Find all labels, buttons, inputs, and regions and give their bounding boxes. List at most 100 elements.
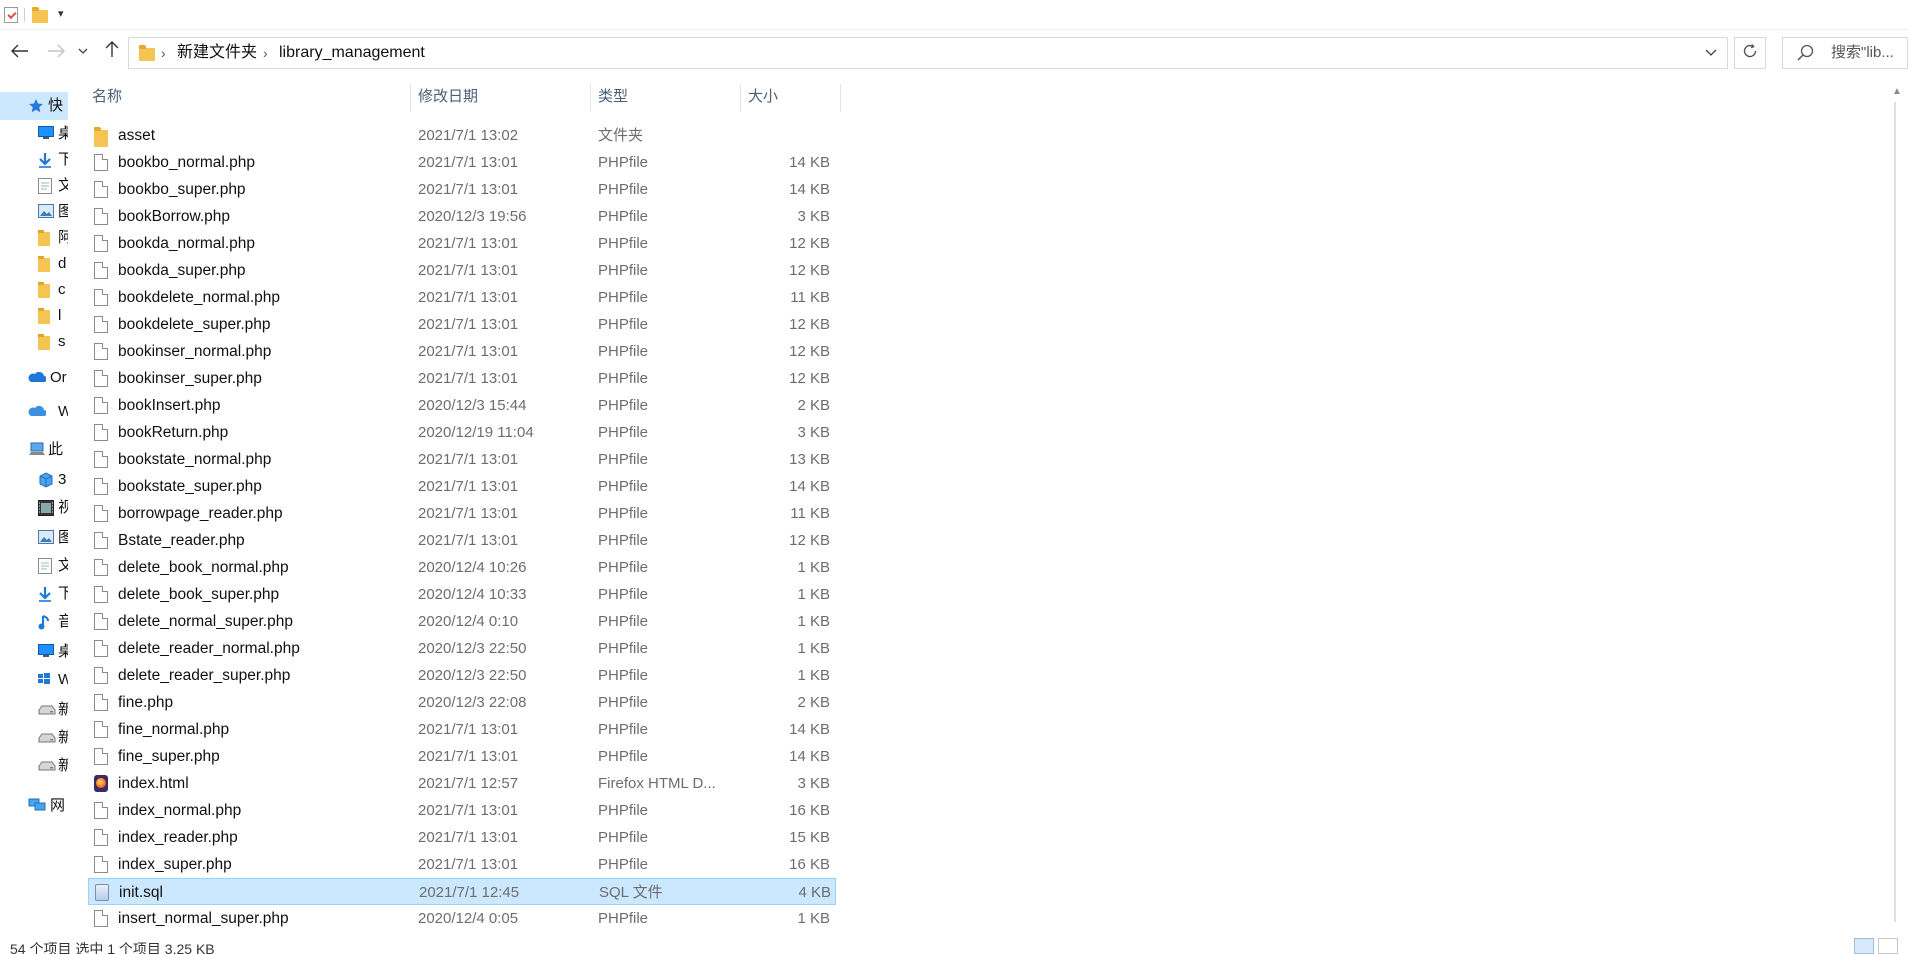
nav-pane-item[interactable]: 音 xyxy=(0,608,68,636)
file-row[interactable]: bookReturn.php 2020/12/19 11:04 PHPfile 3 K… xyxy=(88,419,836,446)
nav-pane-item[interactable]: 新 xyxy=(0,724,68,752)
navigation-pane: 快桌下文图阿 d c l s Or W 此 3 视图文下音桌 W 新新新网 xyxy=(0,92,68,934)
nav-pane-item[interactable]: 快 xyxy=(0,92,68,120)
video-icon xyxy=(38,500,54,521)
nav-pane-item[interactable]: 视 xyxy=(0,494,68,522)
file-row[interactable]: delete_book_normal.php 2020/12/4 10:26 PHP… xyxy=(88,554,836,581)
file-type: PHPfile xyxy=(598,343,649,360)
file-name: bookbo_super.php xyxy=(118,181,246,198)
file-name: fine_super.php xyxy=(118,748,220,765)
chevron-down-icon xyxy=(1705,49,1717,56)
column-divider[interactable] xyxy=(410,84,411,112)
column-header-date[interactable]: 修改日期 xyxy=(418,80,478,114)
column-header-name[interactable]: 名称 xyxy=(92,80,122,114)
nav-pane-item[interactable]: 此 xyxy=(0,436,68,464)
file-row[interactable]: bookinser_normal.php 2021/7/1 13:01 PHPfil… xyxy=(88,338,836,365)
file-row[interactable]: Bstate_reader.php 2021/7/1 13:01 PHPfile 12… xyxy=(88,527,836,554)
file-row[interactable]: bookbo_normal.php 2021/7/1 13:01 PHPfile 14… xyxy=(88,149,836,176)
breadcrumb-item[interactable]: library_management xyxy=(279,38,425,68)
file-row[interactable]: asset 2021/7/1 13:02 文件夹 xyxy=(88,122,836,149)
file-row[interactable]: bookBorrow.php 2020/12/3 19:56 PHPfile 3 KB xyxy=(88,203,836,230)
scrollbar-track[interactable] xyxy=(1894,102,1896,922)
refresh-button[interactable] xyxy=(1734,37,1766,69)
properties-icon[interactable] xyxy=(4,7,18,23)
nav-pane-item[interactable]: 桌 xyxy=(0,120,68,148)
nav-pane-item[interactable]: d xyxy=(0,250,68,278)
nav-pane-item[interactable]: 3 xyxy=(0,466,68,494)
file-name: bookstate_super.php xyxy=(118,478,262,495)
file-row[interactable]: bookdelete_normal.php 2021/7/1 13:01 PHPfi… xyxy=(88,284,836,311)
nav-pane-item[interactable]: 阿 xyxy=(0,224,68,252)
scroll-up-icon[interactable]: ▲ xyxy=(1892,86,1902,97)
nav-pane-item[interactable]: l xyxy=(0,302,68,330)
nav-pane-item[interactable]: 下 xyxy=(0,580,68,608)
address-bar[interactable]: › 新建文件夹 › library_management xyxy=(128,37,1728,69)
nav-pane-item[interactable]: W xyxy=(0,398,68,426)
file-name: fine_normal.php xyxy=(118,721,230,738)
file-row[interactable]: bookInsert.php 2020/12/3 15:44 PHPfile 2 KB xyxy=(88,392,836,419)
file-row[interactable]: bookdelete_super.php 2021/7/1 13:01 PHPfil… xyxy=(88,311,836,338)
details-view-button[interactable] xyxy=(1854,938,1874,954)
file-row[interactable]: index.html 2021/7/1 12:57 Firefox HTML D..… xyxy=(88,770,836,797)
vertical-scrollbar[interactable]: ▲ xyxy=(1888,80,1908,934)
up-button[interactable] xyxy=(100,38,124,66)
address-history-dropdown[interactable] xyxy=(1701,38,1721,68)
file-type: PHPfile xyxy=(598,370,649,387)
file-row[interactable]: bookstate_super.php 2021/7/1 13:01 PHPfile… xyxy=(88,473,836,500)
file-row[interactable]: delete_reader_normal.php 2020/12/3 22:50 P… xyxy=(88,635,836,662)
file-row[interactable]: delete_reader_super.php 2020/12/3 22:50 PH… xyxy=(88,662,836,689)
file-row[interactable]: insert_normal_super.php 2020/12/4 0:05 PHP… xyxy=(88,905,836,932)
forward-button[interactable] xyxy=(44,38,68,66)
file-row[interactable]: delete_book_super.php 2020/12/4 10:33 PHPf… xyxy=(88,581,836,608)
breadcrumb-separator[interactable]: › xyxy=(263,38,268,68)
file-row[interactable]: fine_normal.php 2021/7/1 13:01 PHPfile 14 K… xyxy=(88,716,836,743)
nav-pane-item[interactable]: 网 xyxy=(0,792,68,820)
desktop-icon xyxy=(38,644,54,663)
file-name: bookbo_normal.php xyxy=(118,154,256,171)
back-button[interactable] xyxy=(8,38,32,66)
nav-pane-item[interactable]: 新 xyxy=(0,752,68,780)
nav-pane-item[interactable]: 图 xyxy=(0,198,68,226)
file-row[interactable]: bookda_super.php 2021/7/1 13:01 PHPfile 12 … xyxy=(88,257,836,284)
file-size: 16 KB xyxy=(789,802,830,819)
nav-pane-item[interactable]: 文 xyxy=(0,552,68,580)
file-row[interactable]: bookbo_super.php 2021/7/1 13:01 PHPfile 14 … xyxy=(88,176,836,203)
file-row[interactable]: init.sql 2021/7/1 12:45 SQL 文件 4 KB xyxy=(88,878,836,905)
nav-pane-item[interactable]: 桌 xyxy=(0,638,68,666)
column-divider[interactable] xyxy=(740,84,741,112)
new-folder-icon[interactable] xyxy=(32,7,48,23)
file-row[interactable]: delete_normal_super.php 2020/12/4 0:10 PHP… xyxy=(88,608,836,635)
breadcrumb-item[interactable]: 新建文件夹 xyxy=(177,38,257,68)
nav-pane-item[interactable]: 新 xyxy=(0,696,68,724)
file-row[interactable]: bookstate_normal.php 2021/7/1 13:01 PHPfil… xyxy=(88,446,836,473)
file-icon xyxy=(94,235,108,252)
drive-icon xyxy=(38,758,56,776)
nav-pane-item[interactable]: W xyxy=(0,666,68,694)
column-divider[interactable] xyxy=(590,84,591,112)
file-modified-date: 2020/12/4 10:33 xyxy=(418,586,527,603)
nav-pane-item[interactable]: 下 xyxy=(0,146,68,174)
nav-pane-item[interactable]: s xyxy=(0,328,68,356)
file-row[interactable]: index_reader.php 2021/7/1 13:01 PHPfile 15 … xyxy=(88,824,836,851)
file-row[interactable]: fine.php 2020/12/3 22:08 PHPfile 2 KB xyxy=(88,689,836,716)
file-row[interactable]: bookinser_super.php 2021/7/1 13:01 PHPfile… xyxy=(88,365,836,392)
column-divider[interactable] xyxy=(840,84,841,112)
recent-locations-button[interactable] xyxy=(76,38,90,66)
nav-pane-item[interactable]: 图 xyxy=(0,524,68,552)
file-type: PHPfile xyxy=(598,316,649,333)
nav-pane-label: 下 xyxy=(58,585,68,602)
breadcrumb-separator[interactable]: › xyxy=(161,38,166,68)
nav-pane-item[interactable]: 文 xyxy=(0,172,68,200)
file-row[interactable]: bookda_normal.php 2021/7/1 13:01 PHPfile 12… xyxy=(88,230,836,257)
customize-toolbar-dropdown[interactable]: ▾ xyxy=(58,8,64,20)
nav-pane-item[interactable]: c xyxy=(0,276,68,304)
file-row[interactable]: fine_super.php 2021/7/1 13:01 PHPfile 14 KB xyxy=(88,743,836,770)
column-header-type[interactable]: 类型 xyxy=(598,80,628,114)
column-header-size[interactable]: 大小 xyxy=(748,80,778,114)
nav-pane-item[interactable]: Or xyxy=(0,364,68,392)
file-row[interactable]: index_super.php 2021/7/1 13:01 PHPfile 16 K… xyxy=(88,851,836,878)
file-row[interactable]: borrowpage_reader.php 2021/7/1 13:01 PHPfi… xyxy=(88,500,836,527)
file-row[interactable]: index_normal.php 2021/7/1 13:01 PHPfile 16 … xyxy=(88,797,836,824)
search-input[interactable]: 搜索"lib... xyxy=(1782,37,1908,69)
large-icons-view-button[interactable] xyxy=(1878,938,1898,954)
